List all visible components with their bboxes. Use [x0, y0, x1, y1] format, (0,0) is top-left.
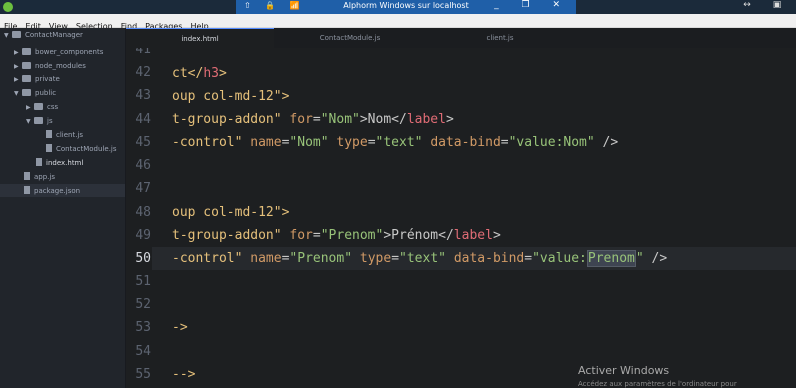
- tree-item-css[interactable]: ▶ css: [26, 103, 58, 116]
- file-icon: [36, 158, 42, 166]
- activate-windows-subtext: Accédez aux paramètres de l'ordinateur p…: [578, 380, 737, 388]
- restore-icon[interactable]: ▣: [762, 0, 792, 10]
- file-icon: [46, 144, 52, 152]
- line-number: 45: [135, 135, 151, 150]
- line-number: 51: [135, 274, 151, 289]
- file-icon: [24, 172, 30, 180]
- window-controls: ↔ ▣: [732, 0, 792, 10]
- line-number: 44: [135, 112, 151, 127]
- chevron-right-icon: ▶: [14, 76, 19, 83]
- tab-contactmodule-js[interactable]: ContactModule.js: [276, 28, 424, 48]
- tree-item-bower-components[interactable]: ▶ bower_components: [14, 48, 103, 61]
- code-line-55: -->: [172, 367, 196, 382]
- tree-item-node-modules[interactable]: ▶ node_modules: [14, 62, 86, 75]
- line-number: 54: [135, 344, 151, 359]
- chevron-right-icon: ▶: [26, 104, 31, 111]
- file-icon: [24, 186, 30, 194]
- rdp-window-controls[interactable]: _ ❐ ✕: [494, 0, 570, 10]
- tab-index-html[interactable]: index.html: [126, 28, 274, 48]
- line-number: 53: [135, 320, 151, 335]
- folder-icon: [22, 48, 31, 55]
- code-line-48: oup col-md-12">: [172, 205, 290, 220]
- chevron-down-icon: ▼: [26, 118, 31, 125]
- line-number: 41: [135, 48, 151, 57]
- code-line-42: oup col-md-12">: [172, 89, 290, 104]
- code-line-45: -control" name="Nom" type="text" data-bi…: [172, 135, 619, 150]
- chevron-down-icon: ▼: [14, 90, 19, 97]
- editor-tabs: index.html ContactModule.js client.js: [126, 28, 796, 48]
- tree-item-contactmodule-js[interactable]: ContactModule.js: [46, 144, 117, 157]
- folder-icon: [22, 62, 31, 69]
- resize-icon[interactable]: ↔: [732, 0, 762, 10]
- folder-icon: [34, 117, 43, 124]
- line-number: 48: [135, 205, 151, 220]
- selected-text[interactable]: Prenom: [586, 250, 636, 267]
- code-editor[interactable]: 41 42 43 44 45 46 47 48 49 50 51 52 53 5…: [126, 48, 796, 388]
- chevron-right-icon: ▶: [14, 63, 19, 70]
- chevron-down-icon: ▼: [4, 32, 9, 39]
- tree-item-client-js[interactable]: client.js: [46, 130, 83, 143]
- project-tree: ▼ ContactManager ▶ bower_components ▶ node_…: [0, 28, 126, 388]
- line-number: 52: [135, 297, 151, 312]
- tree-item-private[interactable]: ▶ private: [14, 75, 60, 88]
- title-bar: ⇧ 🔒 📶 Alphorm Windows sur localhost _ ❐ …: [0, 0, 796, 14]
- file-icon: [46, 130, 52, 138]
- tree-item-app-js[interactable]: app.js: [24, 172, 55, 185]
- tree-item-index-html[interactable]: index.html: [36, 158, 83, 171]
- folder-icon: [34, 103, 43, 110]
- atom-app-icon: [3, 2, 13, 12]
- line-number: 49: [135, 228, 151, 243]
- folder-icon: [12, 31, 21, 38]
- chevron-right-icon: ▶: [14, 49, 19, 56]
- code-line-49: t-group-addon" for="Prenom">Prénom</labe…: [172, 228, 501, 243]
- tree-item-package-json[interactable]: package.json: [24, 186, 80, 199]
- line-number: 47: [135, 181, 151, 196]
- tree-item-js[interactable]: ▼ js: [26, 117, 53, 130]
- code-line-41: ct</h3>: [172, 66, 227, 81]
- activate-windows-watermark: Activer Windows: [578, 364, 670, 377]
- tab-client-js[interactable]: client.js: [426, 28, 574, 48]
- code-line-44: t-group-addon" for="Nom">Nom</label>: [172, 112, 454, 127]
- tree-item-contactmanager[interactable]: ▼ ContactManager: [4, 31, 83, 44]
- folder-icon: [22, 75, 31, 82]
- line-number: 55: [135, 367, 151, 382]
- line-number: 46: [135, 158, 151, 173]
- menu-bar: File Edit View Selection Find Packages Help: [0, 14, 796, 31]
- line-number: 42: [135, 65, 151, 80]
- tree-item-public[interactable]: ▼ public: [14, 89, 56, 102]
- folder-icon: [22, 89, 31, 96]
- code-line-53: ->: [172, 320, 188, 335]
- line-number: 43: [135, 88, 151, 103]
- remote-desktop-bar: ⇧ 🔒 📶 Alphorm Windows sur localhost _ ❐ …: [236, 0, 576, 14]
- line-number-current: 50: [135, 251, 151, 266]
- code-line-50: -control" name="Prenom" type="text" data…: [172, 250, 668, 267]
